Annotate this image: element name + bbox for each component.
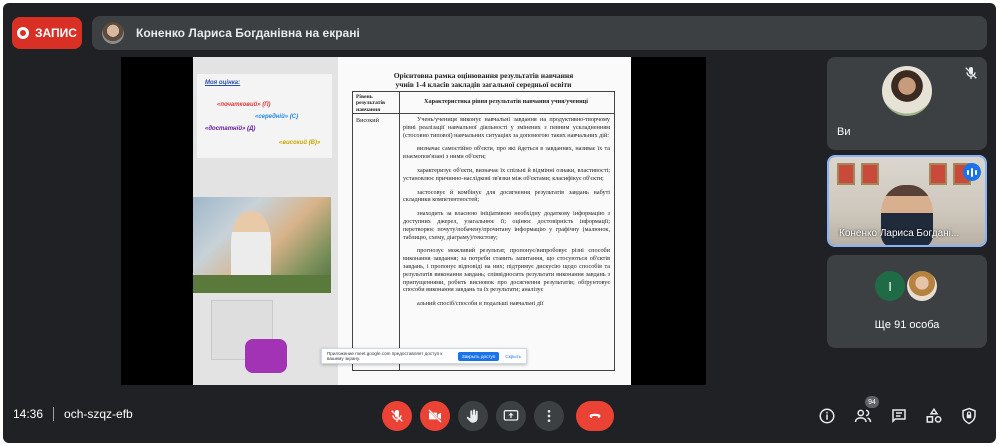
present-screen-icon	[503, 410, 519, 421]
slide-left-panel: Моя оцінка: «початковий» (П) «середній» …	[193, 57, 338, 385]
host-controls-icon	[962, 407, 976, 425]
host-controls-button[interactable]	[957, 404, 981, 428]
table-header-row: Рівень результатів навчання Характеристи…	[353, 92, 614, 114]
header-level: Рівень результатів навчання	[356, 94, 386, 113]
leave-call-button[interactable]	[576, 401, 614, 431]
header-characteristic: Характеристика рівня результатів навчанн…	[424, 98, 588, 105]
classroom-photo	[193, 197, 331, 293]
share-notice-bar: Приложение meet.google.com предоставляет…	[321, 348, 527, 364]
mic-off-icon	[965, 67, 977, 79]
level-name: Високий	[356, 117, 379, 124]
speaking-indicator-icon	[963, 163, 981, 181]
camera-off-icon	[428, 409, 442, 423]
column-divider	[399, 92, 400, 370]
document-title: Орієнтовна рамка оцінювання результатів …	[352, 71, 615, 89]
rating-initial: «початковий» (П)	[217, 102, 271, 108]
rating-card: Моя оцінка: «початковий» (П) «середній» …	[197, 74, 332, 158]
participant-avatar-photo	[907, 271, 937, 301]
document-title-line-1: Орієнтовна рамка оцінювання результатів …	[393, 71, 574, 80]
rating-average: «середній» (С)	[255, 114, 299, 120]
activities-icon	[926, 407, 942, 423]
screen-share-area: Моя оцінка: «початковий» (П) «середній» …	[121, 57, 706, 385]
presenter-text: Коненко Лариса Богданівна на екрані	[136, 26, 360, 40]
desk	[193, 275, 331, 293]
rating-sufficient: «достатній» (Д)	[205, 126, 256, 132]
document-table: Рівень результатів навчання Характеристи…	[352, 91, 615, 371]
raise-hand-icon	[466, 409, 478, 423]
participants-button[interactable]: 94	[851, 396, 879, 428]
activities-button[interactable]	[922, 404, 946, 428]
separator	[53, 407, 55, 421]
self-avatar	[882, 66, 932, 116]
paragraph: Учень/учениця виконує навчальні завдання…	[403, 116, 610, 139]
paragraph: застосовує й комбінує для досягнення рез…	[403, 188, 610, 204]
rating-high: «високий (В)»	[279, 140, 321, 146]
presentation-slide: Моя оцінка: «початковий» (П) «середній» …	[193, 57, 631, 385]
paragraph: визначає самостійно об'єкти, про які йде…	[403, 145, 610, 161]
speaker-label: Коненко Лариса Богдані...	[839, 228, 960, 239]
raise-hand-button[interactable]	[458, 401, 488, 431]
wall-frame	[929, 163, 947, 185]
record-label: ЗАПИС	[35, 26, 77, 40]
characteristic-text: Учень/учениця виконує навчальні завдання…	[403, 116, 610, 314]
wall-frame	[861, 163, 879, 185]
paragraph: знаходить за власною ініціативою необхід…	[403, 210, 610, 241]
child-figure	[231, 211, 271, 281]
presenter-banner[interactable]: Коненко Лариса Богданівна на екрані	[92, 16, 987, 50]
rating-title: Моя оцінка:	[205, 80, 241, 86]
present-button[interactable]	[496, 401, 526, 431]
paragraph: характеризує об'єкти, визначає їх спільн…	[403, 166, 610, 182]
meeting-details-button[interactable]	[815, 404, 839, 428]
participant-avatar: І	[875, 271, 905, 301]
mic-off-icon	[391, 410, 403, 422]
document-title-line-2: учнів 1-4 класів закладів загальної сере…	[395, 80, 572, 89]
call-end-icon	[589, 413, 601, 419]
puzzle-piece-image	[245, 339, 287, 373]
paragraph: прогнозує можливий результат, пропонує/в…	[403, 247, 610, 294]
meeting-info: 14:36 och-szqz-efb	[13, 407, 133, 421]
stop-sharing-button[interactable]: Закрыть доступ	[457, 351, 500, 361]
presenter-avatar	[102, 22, 124, 44]
people-icon	[854, 409, 872, 423]
self-tile[interactable]: Ви	[827, 57, 987, 150]
paragraph: альний спосіб/способи в подальші навчаль…	[417, 300, 544, 308]
more-options-button[interactable]	[534, 401, 564, 431]
more-participants-tile[interactable]: І Ще 91 особа	[827, 255, 987, 348]
clock: 14:36	[13, 407, 44, 421]
mic-toggle-button[interactable]	[382, 401, 412, 431]
bottom-toolbar: 14:36 och-szqz-efb 94	[3, 395, 996, 439]
meet-window: ЗАПИС Коненко Лариса Богданівна на екран…	[3, 3, 996, 443]
camera-toggle-button[interactable]	[420, 401, 450, 431]
share-notice-text: Приложение meet.google.com предоставляет…	[327, 351, 443, 361]
chat-icon	[892, 409, 906, 424]
more-participants-label: Ще 91 особа	[874, 319, 940, 331]
hide-notice-button[interactable]: Скрыть	[505, 354, 521, 359]
participants-count-badge: 94	[865, 396, 879, 408]
meeting-code: och-szqz-efb	[64, 407, 133, 421]
record-button[interactable]: ЗАПИС	[12, 17, 82, 49]
self-label: Ви	[837, 126, 851, 138]
record-icon	[17, 27, 30, 39]
chat-button[interactable]	[887, 404, 911, 428]
info-icon	[819, 408, 835, 424]
speaker-tile[interactable]: Коненко Лариса Богдані...	[827, 155, 987, 247]
wall-frame	[837, 163, 855, 185]
document-page: Орієнтовна рамка оцінювання результатів …	[338, 57, 631, 385]
more-vert-icon	[547, 410, 551, 422]
